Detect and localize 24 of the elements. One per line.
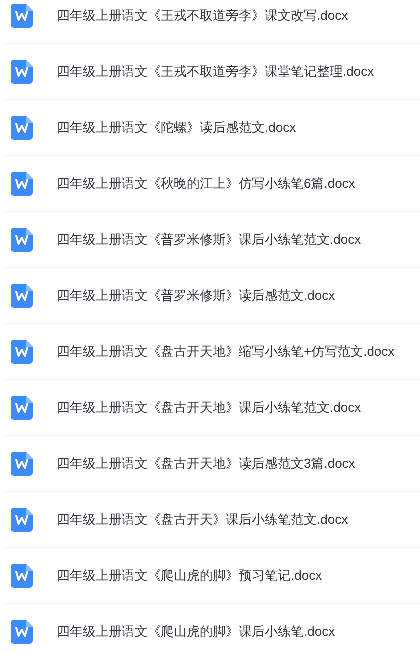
file-name[interactable]: 四年级上册语文《秋晚的江上》仿写小练笔6篇.docx xyxy=(57,174,356,194)
file-name[interactable]: 四年级上册语文《盘古开天地》读后感范文3篇.docx xyxy=(57,454,356,474)
document-icon xyxy=(11,564,33,588)
document-icon xyxy=(11,620,33,644)
document-icon xyxy=(11,284,33,308)
document-icon xyxy=(11,396,33,420)
file-name[interactable]: 四年级上册语文《盘古开天地》缩写小练笔+仿写范文.docx xyxy=(57,342,395,362)
file-name[interactable]: 四年级上册语文《盘古开天地》课后小练笔范文.docx xyxy=(57,398,362,418)
document-icon xyxy=(11,60,33,84)
document-icon xyxy=(11,508,33,532)
file-name[interactable]: 四年级上册语文《王戎不取道旁李》课文改写.docx xyxy=(57,6,348,26)
file-name[interactable]: 四年级上册语文《普罗米修斯》读后感范文.docx xyxy=(57,286,336,306)
document-icon xyxy=(11,116,33,140)
document-icon xyxy=(11,228,33,252)
document-icon xyxy=(11,172,33,196)
file-name[interactable]: 四年级上册语文《爬山虎的脚》预习笔记.docx xyxy=(57,566,322,586)
file-name[interactable]: 四年级上册语文《盘古开天》课后小练笔范文.docx xyxy=(57,510,348,530)
document-icon xyxy=(11,340,33,364)
document-icon xyxy=(11,4,33,28)
file-name[interactable]: 四年级上册语文《王戎不取道旁李》课堂笔记整理.docx xyxy=(57,62,374,82)
file-name[interactable]: 四年级上册语文《普罗米修斯》课后小练笔范文.docx xyxy=(57,230,362,250)
document-icon xyxy=(11,452,33,476)
file-name[interactable]: 四年级上册语文《陀螺》读后感范文.docx xyxy=(57,118,296,138)
file-name[interactable]: 四年级上册语文《爬山虎的脚》课后小练笔.docx xyxy=(57,622,336,642)
